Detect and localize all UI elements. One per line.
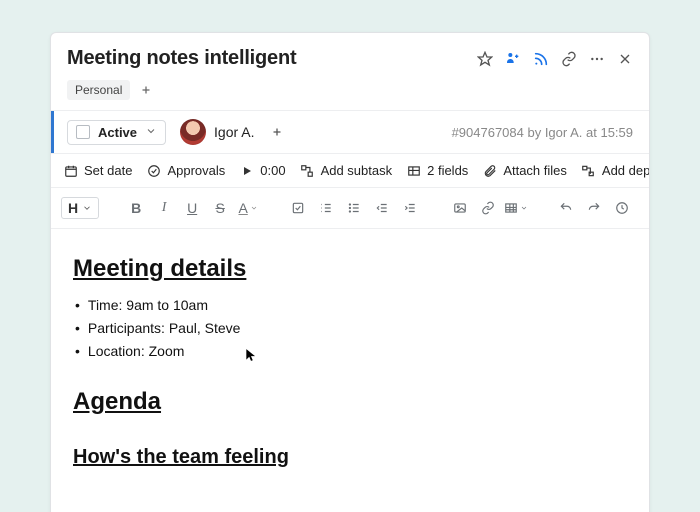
add-assignee-button[interactable]	[269, 124, 285, 140]
add-tag-button[interactable]	[138, 82, 154, 98]
indent-button[interactable]	[397, 195, 423, 221]
play-icon	[239, 163, 254, 178]
status-label: Active	[98, 125, 137, 140]
assignee-name: Igor A.	[214, 124, 254, 140]
bold-button[interactable]: B	[123, 195, 149, 221]
checklist-button[interactable]	[285, 195, 311, 221]
status-checkbox-icon	[76, 125, 90, 139]
heading-label: H	[68, 200, 78, 216]
attach-files-button[interactable]: Attach files	[482, 163, 567, 178]
ordered-list-button[interactable]	[313, 195, 339, 221]
paperclip-icon	[482, 163, 497, 178]
undo-button[interactable]	[553, 195, 579, 221]
assignee[interactable]: Igor A.	[180, 119, 284, 145]
doc-heading-team: How's the team feeling	[73, 442, 627, 472]
task-card: Meeting notes intelligent	[50, 32, 650, 512]
subtask-icon	[300, 163, 315, 178]
editor-toolbar: H B I U S A	[51, 188, 649, 229]
header-action-row	[477, 51, 633, 67]
timer-label: 0:00	[260, 163, 285, 178]
underline-button[interactable]: U	[179, 195, 205, 221]
calendar-icon	[63, 163, 78, 178]
task-meta: #904767084 by Igor A. at 15:59	[452, 125, 633, 140]
doc-heading-agenda: Agenda	[73, 384, 627, 420]
add-subtask-button[interactable]: Add subtask	[300, 163, 393, 178]
italic-button[interactable]: I	[151, 195, 177, 221]
task-title[interactable]: Meeting notes intelligent	[67, 47, 296, 70]
dependency-label: Add dependency	[602, 163, 649, 178]
star-icon[interactable]	[477, 51, 493, 67]
details-list: Time: 9am to 10am Participants: Paul, St…	[75, 295, 627, 362]
text-color-button[interactable]: A	[235, 195, 261, 221]
outdent-button[interactable]	[369, 195, 395, 221]
tag-chip[interactable]: Personal	[67, 80, 130, 100]
image-button[interactable]	[447, 195, 473, 221]
add-dependency-button[interactable]: Add dependency	[581, 163, 649, 178]
timer-button[interactable]: 0:00	[239, 163, 285, 178]
approvals-button[interactable]: Approvals	[146, 163, 225, 178]
check-circle-icon	[146, 163, 161, 178]
bullet-list-button[interactable]	[341, 195, 367, 221]
fields-icon	[406, 163, 421, 178]
status-dropdown[interactable]: Active	[67, 120, 166, 145]
chevron-down-icon	[145, 125, 157, 140]
card-header: Meeting notes intelligent	[51, 33, 649, 74]
rss-icon[interactable]	[533, 51, 549, 67]
fields-button[interactable]: 2 fields	[406, 163, 468, 178]
tags-row: Personal	[51, 74, 649, 110]
table-button[interactable]	[503, 195, 529, 221]
set-date-label: Set date	[84, 163, 132, 178]
task-toolbar: Set date Approvals 0:00 Add subtask	[51, 154, 649, 188]
avatar	[180, 119, 206, 145]
heading-dropdown[interactable]: H	[61, 197, 99, 219]
follow-icon[interactable]	[505, 51, 521, 67]
doc-heading-details: Meeting details	[73, 251, 627, 287]
history-button[interactable]	[609, 195, 635, 221]
document-body[interactable]: Meeting details Time: 9am to 10am Partic…	[51, 229, 649, 512]
link-icon[interactable]	[561, 51, 577, 67]
more-icon[interactable]	[589, 51, 605, 67]
strikethrough-button[interactable]: S	[207, 195, 233, 221]
list-item: Time: 9am to 10am	[75, 295, 627, 316]
redo-button[interactable]	[581, 195, 607, 221]
list-item: Participants: Paul, Steve	[75, 318, 627, 339]
fields-label: 2 fields	[427, 163, 468, 178]
close-icon[interactable]	[617, 51, 633, 67]
dependency-icon	[581, 163, 596, 178]
approvals-label: Approvals	[167, 163, 225, 178]
set-date-button[interactable]: Set date	[63, 163, 132, 178]
attach-label: Attach files	[503, 163, 567, 178]
add-subtask-label: Add subtask	[321, 163, 393, 178]
link-button[interactable]	[475, 195, 501, 221]
status-row: Active Igor A. #904767084 by Igor A. at …	[51, 110, 649, 154]
list-item: Location: Zoom	[75, 341, 627, 362]
